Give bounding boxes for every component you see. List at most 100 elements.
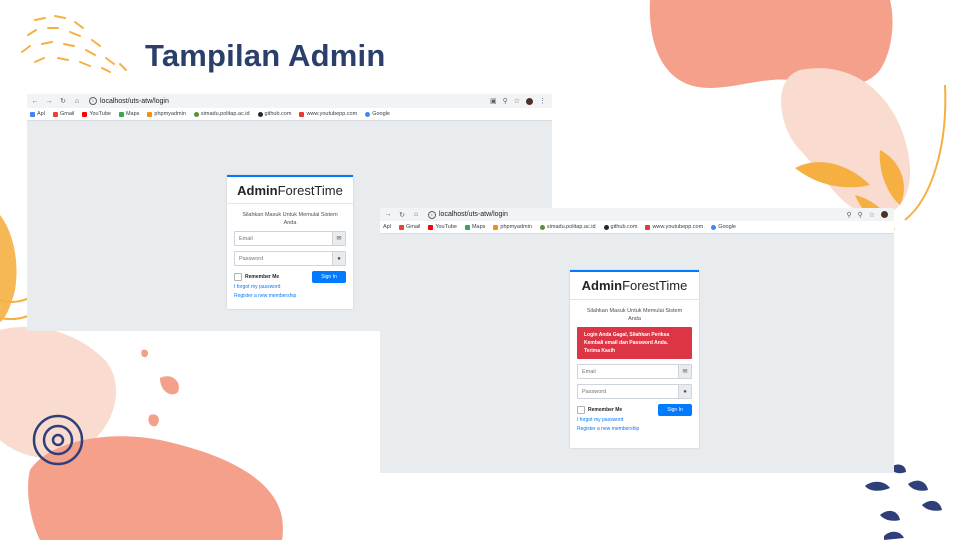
coral-dot [148,414,159,427]
password-input[interactable] [578,385,678,398]
dashed-swirl [21,15,127,73]
google-icon [711,224,717,230]
translate-icon[interactable]: ▣ [490,97,497,105]
apps-icon [30,111,35,117]
register-link[interactable]: Register a new membership [577,425,692,434]
bookmark-simadu[interactable]: simadu.politap.ac.id [193,111,250,117]
back-icon[interactable]: ← [31,98,39,105]
bookmark-phpmyadmin[interactable]: phpmyadmin [147,111,186,117]
bookmark-github[interactable]: github.com [603,224,637,230]
sign-in-button[interactable]: Sign In [312,271,346,283]
mustard-strip-left [0,215,17,322]
bookmark-gmail[interactable]: Gmail [398,224,420,230]
menu-icon[interactable]: ⋮ [539,97,546,105]
lock-icon: ● [332,252,345,265]
simadu-icon [539,224,545,230]
maps-icon [464,224,470,230]
simadu-icon [193,111,199,117]
youtube-icon [428,224,434,230]
forward-icon[interactable]: → [384,211,392,218]
google-icon [365,111,371,117]
bookmark-google[interactable]: Google [365,111,390,117]
info-icon: i [89,97,97,105]
browser-toolbar: ← → ↻ ⌂ i localhost/uts-atw/login ▣ ⚲ ☆ … [27,94,552,108]
bookmark-youtube[interactable]: YouTube [82,111,111,117]
youtubepp-icon [645,224,651,230]
info-icon: i [428,210,436,219]
star-icon[interactable]: ☆ [869,211,875,219]
navy-brush-strokes [865,464,942,540]
bookmarks-bar: Apl Gmail YouTube Maps phpmyadmin simadu… [380,221,894,234]
email-field: ✉ [577,364,692,379]
url-text: localhost/uts-atw/login [439,211,508,218]
envelope-icon: ✉ [678,365,691,378]
bookmark-youtubepp[interactable]: www.youtubepp.com [299,111,357,117]
reload-icon[interactable]: ↻ [59,97,67,105]
remember-checkbox[interactable] [577,406,585,414]
bookmark-maps[interactable]: Maps [118,111,139,117]
slide-title: Tampilan Admin [145,38,386,73]
login-card: AdminForestTime Silahkan Masuk Untuk Mem… [570,270,699,448]
coral-dot [160,376,179,395]
github-icon [603,224,609,230]
key-icon[interactable]: ⚲ [846,211,851,219]
bookmark-apps[interactable]: Apl [383,224,391,230]
maps-icon [118,111,124,117]
url-text: localhost/uts-atw/login [100,97,169,105]
bookmark-phpmyadmin[interactable]: phpmyadmin [493,224,532,230]
remember-me[interactable]: Remember Me [234,273,279,281]
login-message: Silahkan Masuk Untuk Memulai Sistem Anda [242,212,338,226]
github-icon [257,111,263,117]
coral-blob-top-right [649,0,893,88]
avatar[interactable] [526,97,533,105]
register-link[interactable]: Register a new membership [234,292,346,301]
email-field: ✉ [234,231,346,246]
address-bar[interactable]: i localhost/uts-atw/login [428,210,846,219]
email-input[interactable] [235,232,332,245]
home-icon[interactable]: ⌂ [73,98,81,105]
star-icon[interactable]: ☆ [514,97,520,105]
avatar[interactable] [881,211,888,218]
remember-me[interactable]: Remember Me [577,406,622,414]
login-message: Silahkan Masuk Untuk Memulai Sistem Anda [586,308,683,322]
bookmark-youtubepp[interactable]: www.youtubepp.com [645,224,703,230]
password-input[interactable] [235,252,332,265]
browser-toolbar: → ↻ ⌂ i localhost/uts-atw/login ⚲ ⚲ ☆ [380,208,894,221]
gmail-icon [398,224,404,230]
lock-icon: ● [678,385,691,398]
login-failed-alert: Login Anda Gagal, Silahkan Periksa Kemba… [577,327,692,359]
coral-dot [141,349,149,358]
address-bar[interactable]: i localhost/uts-atw/login [89,97,490,105]
browser-screenshot-2: → ↻ ⌂ i localhost/uts-atw/login ⚲ ⚲ ☆ Ap… [380,208,894,473]
bookmark-simadu[interactable]: simadu.politap.ac.id [539,224,596,230]
bookmark-gmail[interactable]: Gmail [52,111,74,117]
email-input[interactable] [578,365,678,378]
bookmark-maps[interactable]: Maps [464,224,485,230]
sign-in-button[interactable]: Sign In [658,404,692,416]
login-brand: AdminForestTime [570,272,699,300]
bookmark-github[interactable]: github.com [257,111,291,117]
bookmarks-bar: Apl Gmail YouTube Maps phpmyadmin simadu… [27,108,552,121]
login-card: AdminForestTime Silahkan Masuk Untuk Mem… [227,175,353,309]
forgot-password-link[interactable]: I forgot my password [577,416,692,425]
forward-icon[interactable]: → [45,98,53,105]
gmail-icon [52,111,58,117]
phpmyadmin-icon [147,111,153,117]
bookmark-youtube[interactable]: YouTube [428,224,457,230]
curved-line [904,84,947,221]
youtube-icon [82,111,88,117]
youtubepp-icon [299,111,305,117]
password-field: ● [577,384,692,399]
slide: Tampilan Admin ← → ↻ ⌂ i localhost/uts-a… [0,0,960,540]
zoom-icon[interactable]: ⚲ [503,97,508,105]
forgot-password-link[interactable]: I forgot my password [234,283,346,292]
envelope-icon: ✉ [332,232,345,245]
phpmyadmin-icon [493,224,499,230]
password-field: ● [234,251,346,266]
bookmark-google[interactable]: Google [711,224,736,230]
zoom-icon[interactable]: ⚲ [858,211,863,219]
home-icon[interactable]: ⌂ [412,211,420,218]
reload-icon[interactable]: ↻ [398,211,406,219]
bookmark-apps[interactable]: Apl [30,111,45,117]
remember-checkbox[interactable] [234,273,242,281]
